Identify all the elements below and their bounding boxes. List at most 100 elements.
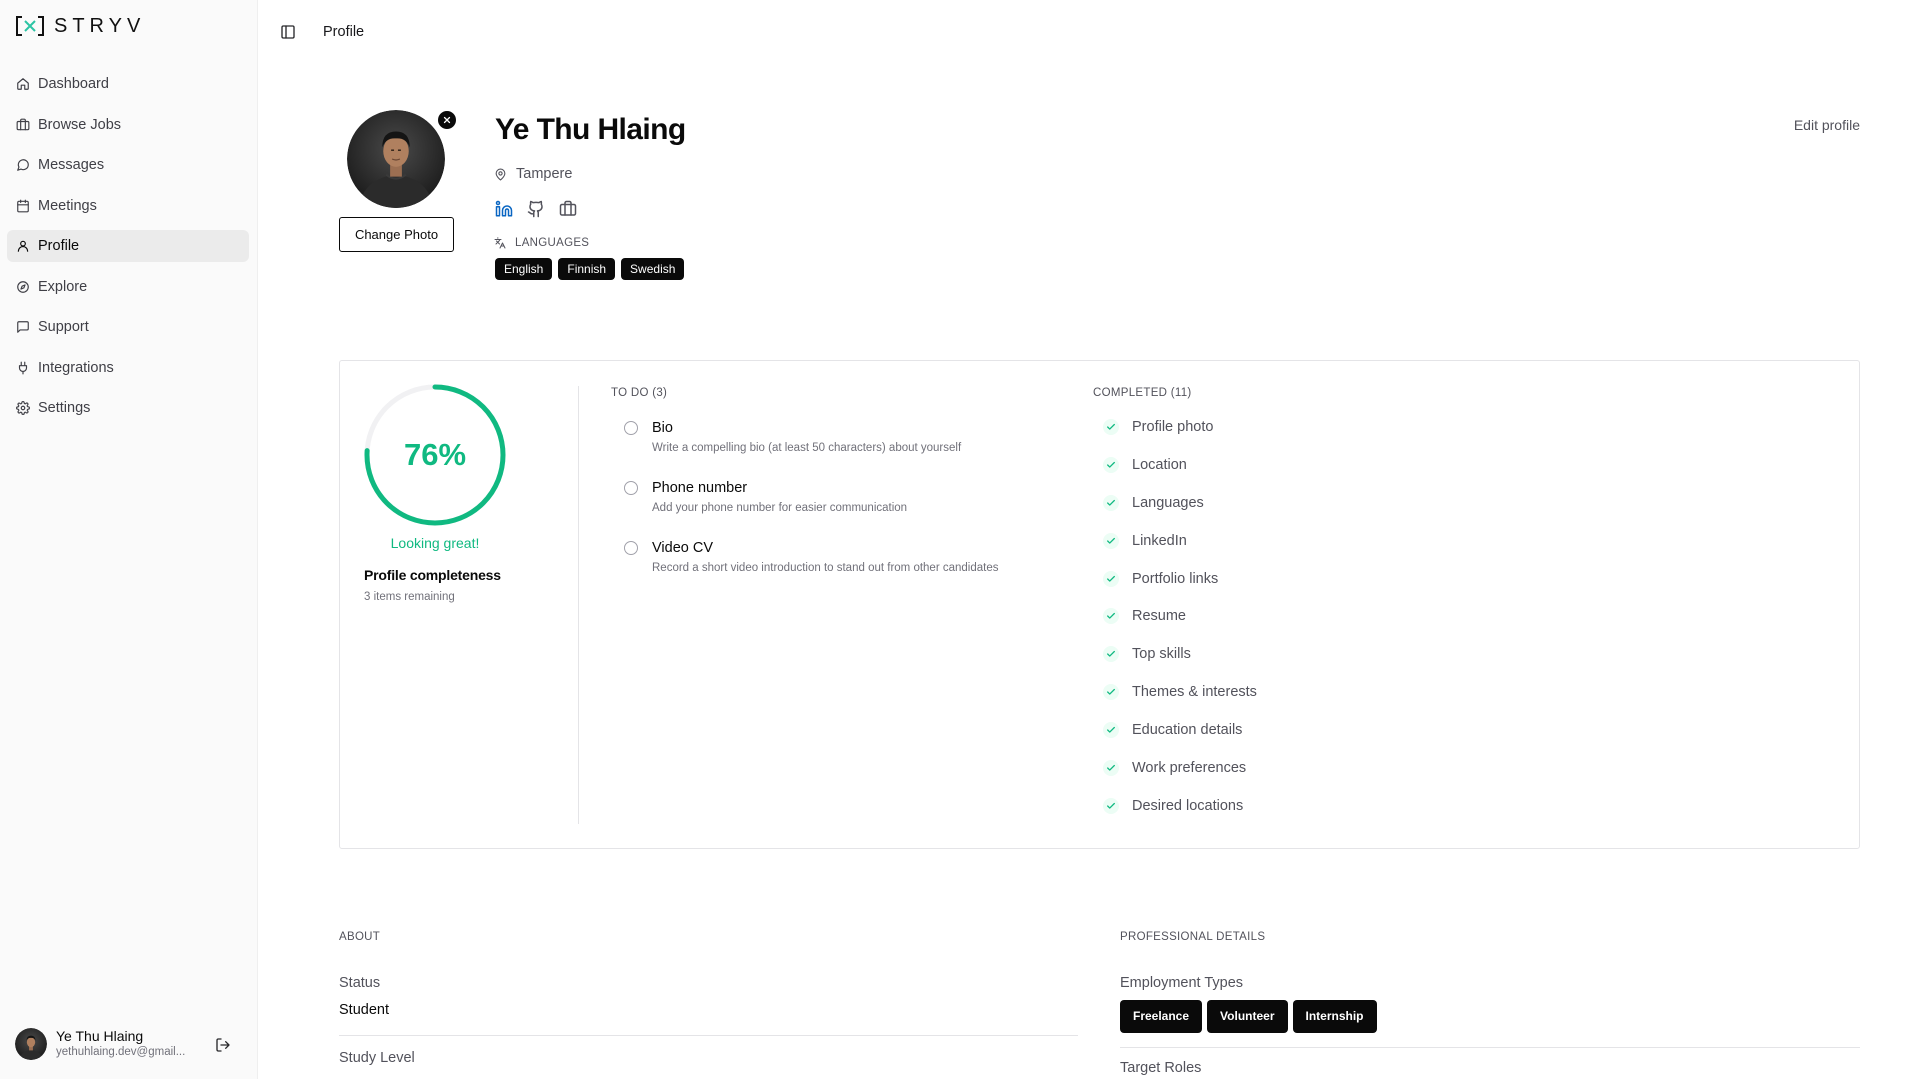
radio-circle-icon[interactable] xyxy=(624,421,638,435)
avatar-photo xyxy=(15,1028,47,1060)
sidebar-item-meetings[interactable]: Meetings xyxy=(7,190,249,222)
linkedin-link[interactable] xyxy=(495,200,513,218)
radio-circle-icon[interactable] xyxy=(624,541,638,555)
edit-profile-link[interactable]: Edit profile xyxy=(1794,116,1860,134)
languages-list: English Finnish Swedish xyxy=(495,258,685,280)
profile-name: Ye Thu Hlaing xyxy=(495,113,686,146)
user-info: Ye Thu Hlaing yethuhlaing.dev@gmail... xyxy=(56,1028,206,1060)
employment-type-chip: Internship xyxy=(1292,1000,1377,1033)
todo-list: Bio Write a compelling bio (at least 50 … xyxy=(624,419,1064,599)
logout-button[interactable] xyxy=(215,1037,231,1053)
todo-item-video-cv[interactable]: Video CV Record a short video introducti… xyxy=(624,539,1064,576)
professional-details-heading: PROFESSIONAL DETAILS xyxy=(1120,931,1266,943)
todo-description: Write a compelling bio (at least 50 char… xyxy=(652,442,962,454)
sidebar-item-support[interactable]: Support xyxy=(7,311,249,343)
completed-label: Profile photo xyxy=(1132,419,1214,435)
completeness-ring: 76% xyxy=(362,382,508,528)
completed-item: Work preferences xyxy=(1103,759,1257,777)
completed-label: Location xyxy=(1132,456,1187,473)
divider xyxy=(578,386,579,824)
avatar-photo xyxy=(347,110,445,208)
completed-label: Work preferences xyxy=(1132,760,1247,777)
social-links xyxy=(495,200,577,218)
check-icon xyxy=(1103,570,1119,587)
completed-label: LinkedIn xyxy=(1132,532,1187,549)
sidebar-item-settings[interactable]: Settings xyxy=(7,392,249,424)
completed-label: Desired locations xyxy=(1132,797,1244,814)
profile-location: Tampere xyxy=(494,165,572,183)
sidebar-item-explore[interactable]: Explore xyxy=(7,271,249,303)
sidebar-item-browse-jobs[interactable]: Browse Jobs xyxy=(7,109,249,141)
completed-label: Languages xyxy=(1132,494,1204,511)
completed-item: Education details xyxy=(1103,721,1257,739)
sidebar-item-integrations[interactable]: Integrations xyxy=(7,352,249,384)
home-icon xyxy=(17,78,29,90)
completed-label: Themes & interests xyxy=(1132,684,1257,701)
sidebar-item-dashboard[interactable]: Dashboard xyxy=(7,68,249,100)
sidebar-item-label: Support xyxy=(38,319,89,335)
completed-item: Desired locations xyxy=(1103,797,1257,815)
sidebar: STRYV Dashboard Browse Jobs Messages Mee… xyxy=(0,0,258,1079)
radio-circle-icon[interactable] xyxy=(624,481,638,495)
message-square-icon xyxy=(17,321,29,333)
check-icon xyxy=(1103,722,1119,739)
employment-types-list: Freelance Volunteer Internship xyxy=(1120,1000,1377,1033)
todo-header: TO DO (3) xyxy=(611,387,668,399)
panel-left-icon xyxy=(281,25,295,39)
sidebar-nav: Dashboard Browse Jobs Messages Meetings … xyxy=(7,68,249,433)
sidebar-item-messages[interactable]: Messages xyxy=(7,149,249,181)
completed-item: Resume xyxy=(1103,607,1257,625)
completeness-percent: 76% xyxy=(403,437,467,472)
check-icon xyxy=(1103,456,1119,473)
logo[interactable]: STRYV xyxy=(15,15,145,37)
avatar[interactable] xyxy=(15,1028,47,1060)
completed-item: Profile photo xyxy=(1103,418,1257,436)
check-icon xyxy=(1103,419,1119,435)
user-icon xyxy=(17,240,29,252)
profile-avatar[interactable] xyxy=(347,110,445,208)
sidebar-item-profile[interactable]: Profile xyxy=(7,230,249,262)
message-circle-icon xyxy=(17,159,29,171)
todo-title: Bio xyxy=(652,420,673,436)
language-chip: Swedish xyxy=(621,258,685,280)
check-icon xyxy=(1103,608,1119,625)
remove-photo-button[interactable] xyxy=(436,109,458,131)
sidebar-item-label: Dashboard xyxy=(38,76,109,92)
logo-text: STRYV xyxy=(54,15,146,37)
language-chip: English xyxy=(495,258,553,280)
status-value: Student xyxy=(339,1002,389,1018)
github-link[interactable] xyxy=(527,200,545,218)
sidebar-item-label: Profile xyxy=(38,238,80,254)
completed-item: Location xyxy=(1103,456,1257,474)
completed-label: Education details xyxy=(1132,722,1243,739)
todo-item-bio[interactable]: Bio Write a compelling bio (at least 50 … xyxy=(624,419,1064,456)
check-icon xyxy=(1103,646,1119,663)
about-heading: ABOUT xyxy=(339,931,381,943)
todo-text: Phone number Add your phone number for e… xyxy=(652,479,907,516)
todo-item-phone-number[interactable]: Phone number Add your phone number for e… xyxy=(624,479,1064,516)
study-level-label: Study Level xyxy=(339,1050,415,1066)
employment-type-chip: Volunteer xyxy=(1207,1000,1288,1033)
target-roles-label: Target Roles xyxy=(1120,1060,1202,1076)
map-pin-icon xyxy=(495,168,506,180)
status-label: Status xyxy=(339,975,381,991)
completed-item: LinkedIn xyxy=(1103,532,1257,550)
completed-label: Portfolio links xyxy=(1132,570,1219,587)
todo-description: Add your phone number for easier communi… xyxy=(652,502,908,514)
completed-list: Profile photo Location Languages LinkedI… xyxy=(1103,418,1257,835)
completed-label: Resume xyxy=(1132,608,1186,625)
sidebar-item-label: Integrations xyxy=(38,359,114,376)
completed-item: Languages xyxy=(1103,494,1257,512)
github-icon xyxy=(527,200,543,218)
languages-label: LANGUAGES xyxy=(494,236,589,250)
logout-icon xyxy=(216,1038,230,1052)
sidebar-toggle-button[interactable] xyxy=(280,24,296,40)
sidebar-item-label: Messages xyxy=(38,157,105,173)
completed-item: Portfolio links xyxy=(1103,570,1257,588)
portfolio-link[interactable] xyxy=(559,200,577,218)
profile-completeness-card: 76% Looking great! Profile completeness … xyxy=(339,360,1860,849)
completeness-remaining: 3 items remaining xyxy=(364,591,455,603)
breadcrumb: Profile xyxy=(323,24,365,40)
user-email: yethuhlaing.dev@gmail... xyxy=(56,1046,186,1058)
change-photo-button[interactable]: Change Photo xyxy=(339,217,454,252)
